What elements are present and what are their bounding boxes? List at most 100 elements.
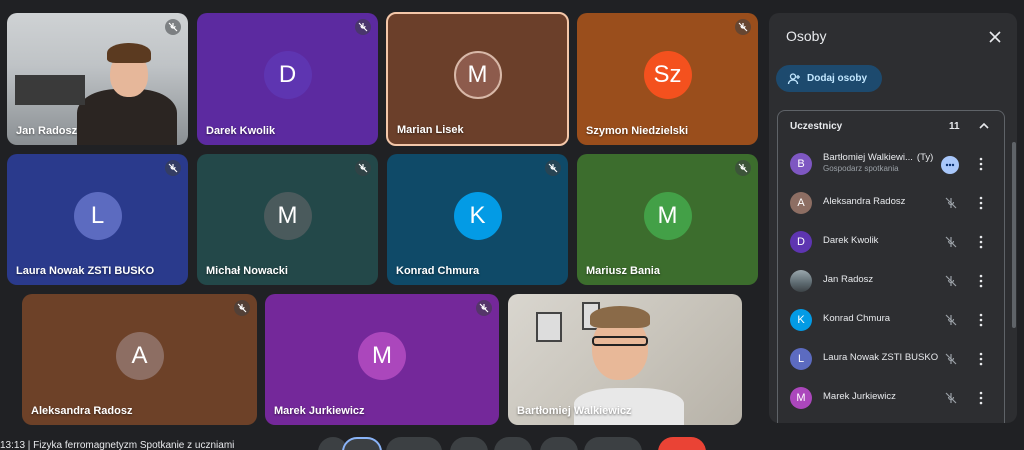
video-tile-szymon-niedzielski[interactable]: Sz Szymon Niedzielski xyxy=(577,13,758,145)
mic-off-icon xyxy=(234,300,250,316)
leave-call-button[interactable] xyxy=(658,437,706,450)
chevron-up-icon[interactable] xyxy=(978,119,990,137)
meeting-info: 13:13 | Fizyka ferromagnetyzm Spotkanie … xyxy=(0,440,235,450)
mic-off-icon[interactable] xyxy=(944,313,958,327)
tile-name: Marek Jurkiewicz xyxy=(274,405,365,417)
hand-raise-button[interactable] xyxy=(540,437,578,450)
more-vert-icon[interactable] xyxy=(978,273,984,289)
mic-off-icon xyxy=(545,160,561,176)
close-icon[interactable] xyxy=(985,27,1005,47)
video-tile-jan-radosz[interactable]: Jan Radosz xyxy=(7,13,188,145)
avatar xyxy=(790,270,812,292)
participant-row[interactable]: M Marek Jurkiewicz xyxy=(782,383,988,413)
video-tile-michal-nowacki[interactable]: M Michał Nowacki xyxy=(197,154,378,285)
more-vert-icon[interactable] xyxy=(978,312,984,328)
tile-name: Mariusz Bania xyxy=(586,265,660,277)
participant-row[interactable]: L Laura Nowak ZSTI BUSKO xyxy=(782,344,988,374)
add-people-button[interactable]: Dodaj osoby xyxy=(776,65,882,92)
mic-off-icon[interactable] xyxy=(944,274,958,288)
avatar: D xyxy=(263,51,312,99)
tile-name: Marian Lisek xyxy=(397,124,464,136)
avatar: M xyxy=(263,191,312,240)
participant-hair xyxy=(590,306,650,328)
participant-row[interactable]: B Bartłomiej Walkiewi... (Ty) Gospodarz spo… xyxy=(782,149,988,179)
tile-name: Michał Nowacki xyxy=(206,265,288,277)
avatar: M xyxy=(358,331,406,380)
more-vert-icon[interactable] xyxy=(978,195,984,211)
participant-name: Darek Kwolik xyxy=(823,235,879,246)
participant-name: Konrad Chmura xyxy=(823,313,891,324)
mic-off-icon xyxy=(735,160,751,176)
participant-name: Laura Nowak ZSTI BUSKO xyxy=(823,352,939,363)
mic-off-icon[interactable] xyxy=(944,235,958,249)
mic-off-icon xyxy=(476,300,492,316)
avatar: M xyxy=(453,51,502,99)
video-tile-bartlomiej-walkiewicz[interactable]: Bartłomiej Walkiewicz xyxy=(508,294,742,425)
participant-hair xyxy=(107,43,151,63)
avatar: A xyxy=(790,192,812,214)
avatar: L xyxy=(73,191,122,240)
tile-name: Bartłomiej Walkiewicz xyxy=(517,405,632,417)
video-tile-marek-jurkiewicz[interactable]: M Marek Jurkiewicz xyxy=(265,294,499,425)
emoji-button[interactable] xyxy=(450,437,488,450)
tile-name: Szymon Niedzielski xyxy=(586,125,689,137)
mic-off-icon xyxy=(355,19,371,35)
host-label: Gospodarz spotkania xyxy=(823,164,899,173)
participant-row[interactable]: Jan Radosz xyxy=(782,266,988,296)
video-tile-laura-nowak[interactable]: L Laura Nowak ZSTI BUSKO xyxy=(7,154,188,285)
captions-button[interactable] xyxy=(386,437,442,450)
avatar: A xyxy=(115,331,164,380)
camera-button[interactable] xyxy=(342,437,382,450)
tile-name: Konrad Chmura xyxy=(396,265,480,277)
speaking-indicator-icon xyxy=(941,156,959,174)
avatar: M xyxy=(790,387,812,409)
avatar: D xyxy=(790,231,812,253)
mic-off-icon[interactable] xyxy=(944,391,958,405)
avatar: L xyxy=(790,348,812,370)
avatar: K xyxy=(790,309,812,331)
mic-off-icon xyxy=(735,19,751,35)
mic-off-icon[interactable] xyxy=(944,196,958,210)
participant-row[interactable]: A Aleksandra Radosz xyxy=(782,188,988,218)
people-panel: Osoby Dodaj osoby Uczestnicy 11 B Bartłom… xyxy=(769,13,1017,423)
section-label: Uczestnicy xyxy=(790,121,843,132)
participant-name: Bartłomiej Walkiewi... (Ty) xyxy=(823,152,934,163)
tile-name: Jan Radosz xyxy=(16,125,78,137)
participant-name: Marek Jurkiewicz xyxy=(823,391,896,402)
mic-off-icon xyxy=(165,160,181,176)
person-add-icon xyxy=(787,72,800,84)
video-tile-konrad-chmura[interactable]: K Konrad Chmura xyxy=(387,154,568,285)
tile-name: Darek Kwolik xyxy=(206,125,276,137)
avatar: Sz xyxy=(643,51,692,99)
avatar: M xyxy=(643,191,692,240)
add-people-label: Dodaj osoby xyxy=(807,73,868,84)
avatar: B xyxy=(790,153,812,175)
avatar: K xyxy=(453,191,502,240)
wall-frame xyxy=(536,312,562,342)
video-tile-marian-lisek[interactable]: M Marian Lisek xyxy=(386,12,569,146)
more-vert-icon[interactable] xyxy=(978,234,984,250)
participant-video xyxy=(77,89,177,145)
participant-row[interactable]: D Darek Kwolik xyxy=(782,227,988,257)
more-vert-icon[interactable] xyxy=(978,156,984,172)
present-button[interactable] xyxy=(494,437,532,450)
panel-scrollbar[interactable] xyxy=(1012,142,1016,328)
participant-name: Aleksandra Radosz xyxy=(823,196,906,207)
you-label: (Ty) xyxy=(916,152,934,163)
tile-name: Aleksandra Radosz xyxy=(31,405,133,417)
video-tile-darek-kwolik[interactable]: D Darek Kwolik xyxy=(197,13,378,145)
more-options-button[interactable] xyxy=(584,437,642,450)
background-piano xyxy=(15,75,85,105)
mic-off-icon xyxy=(165,19,181,35)
more-vert-icon[interactable] xyxy=(978,351,984,367)
participant-row[interactable]: K Konrad Chmura xyxy=(782,305,988,335)
glasses xyxy=(592,336,648,346)
mic-off-icon[interactable] xyxy=(944,352,958,366)
video-tile-aleksandra-radosz[interactable]: A Aleksandra Radosz xyxy=(22,294,257,425)
panel-title: Osoby xyxy=(786,28,827,44)
video-tile-mariusz-bania[interactable]: M Mariusz Bania xyxy=(577,154,758,285)
participant-count: 11 xyxy=(949,121,960,132)
participant-name: Jan Radosz xyxy=(823,274,874,285)
mic-off-icon xyxy=(355,160,371,176)
more-vert-icon[interactable] xyxy=(978,390,984,406)
